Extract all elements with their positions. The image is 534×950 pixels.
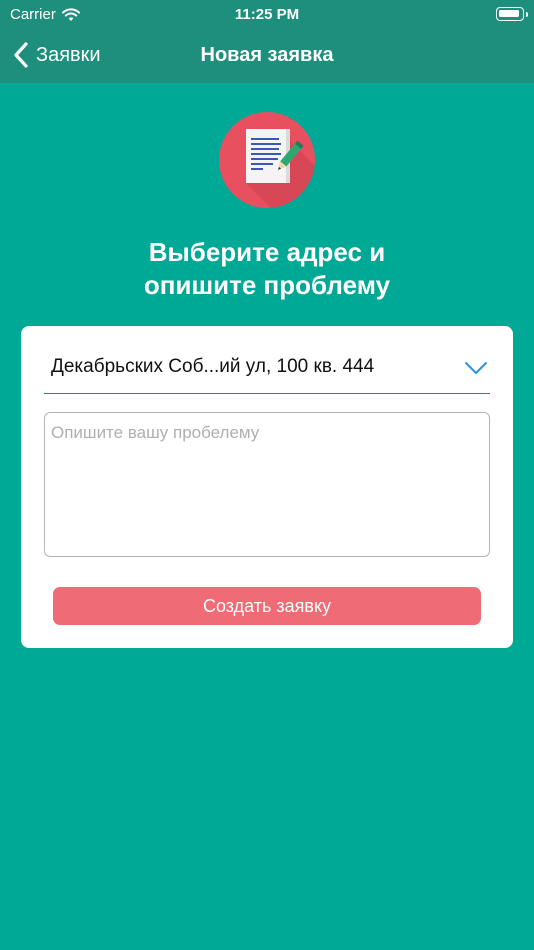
chevron-down-icon (465, 362, 487, 374)
address-dropdown[interactable]: Декабрьских Соб...ий ул, 100 кв. 444 (44, 346, 490, 394)
status-bar: Carrier 11:25 PM (0, 0, 534, 30)
headline-line-2: опишите проблему (143, 270, 391, 300)
create-request-button[interactable]: Создать заявку (53, 587, 481, 625)
problem-description-field[interactable] (44, 412, 490, 557)
battery-icon (496, 7, 528, 21)
document-pencil-icon (219, 112, 315, 208)
headline-line-1: Выберите адрес и (148, 237, 386, 267)
navigation-bar: Заявки Новая заявка (0, 30, 534, 83)
address-selected-value: Декабрьских Соб...ий ул, 100 кв. 444 (51, 356, 375, 377)
headline: Выберите адрес и опишите проблему (0, 236, 534, 302)
request-form-card: Декабрьских Соб...ий ул, 100 кв. 444 Соз… (21, 326, 513, 648)
page-title: Новая заявка (200, 44, 334, 66)
clock: 11:25 PM (234, 6, 300, 23)
